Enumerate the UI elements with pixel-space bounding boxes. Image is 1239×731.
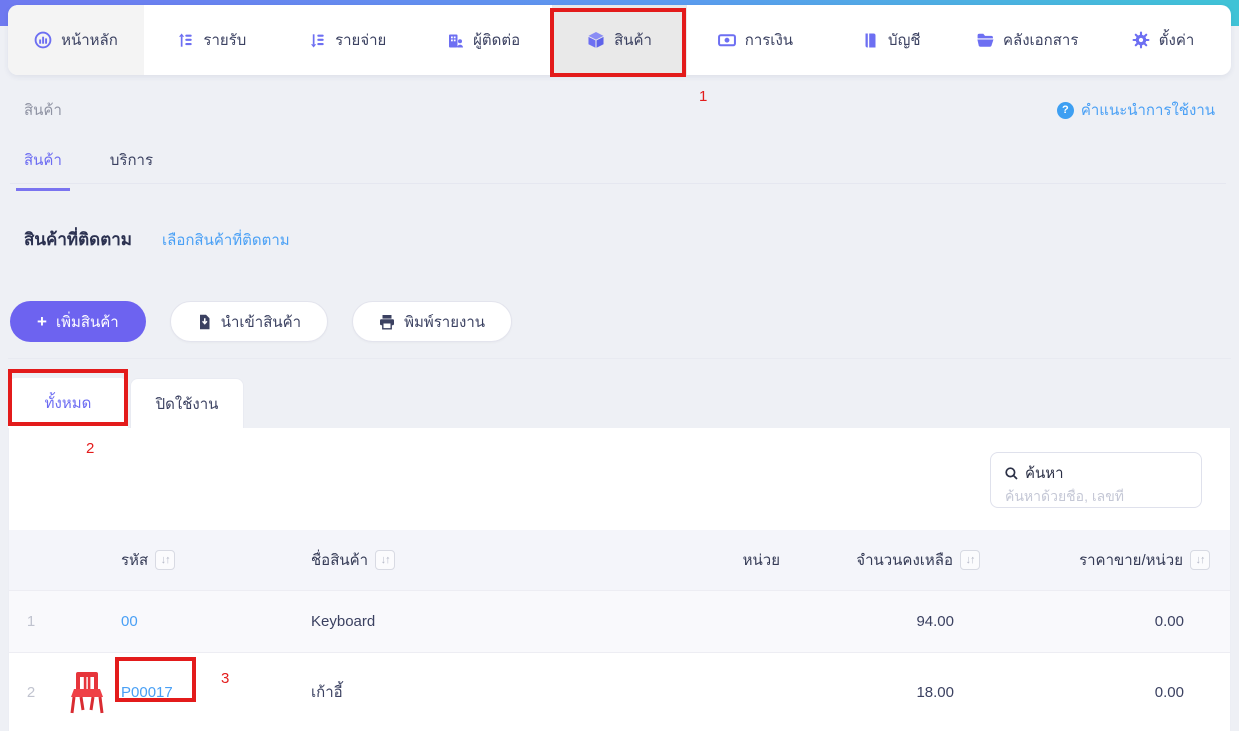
product-price: 0.00: [1154, 683, 1184, 701]
nav-item-documents[interactable]: คลังเอกสาร: [959, 5, 1095, 75]
usage-guide-label: คำแนะนำการใช้งาน: [1080, 102, 1215, 119]
tracked-products-section: สินค้าที่ติดตาม เลือกสินค้าที่ติดตาม: [24, 226, 290, 253]
product-name: เก้าอี้: [311, 684, 343, 701]
print-report-label: พิมพ์รายงาน: [404, 313, 486, 331]
plus-icon: +: [37, 311, 47, 331]
breadcrumb: สินค้า: [24, 102, 62, 119]
nav-label: ผู้ติดต่อ: [473, 32, 521, 49]
add-product-button[interactable]: + เพิ่มสินค้า: [10, 301, 146, 342]
documents-icon: [977, 33, 994, 47]
table-row[interactable]: 2 P00017 เก้าอี้ 18.00 0.00: [9, 652, 1230, 731]
print-report-button[interactable]: พิมพ์รายงาน: [352, 301, 513, 342]
nav-label: รายรับ: [203, 32, 247, 49]
search-label: ค้นหา: [1025, 465, 1064, 482]
tab-services[interactable]: บริการ: [110, 148, 153, 191]
nav-item-settings[interactable]: ตั้งค่า: [1095, 5, 1231, 75]
col-unit-label: หน่วย: [742, 552, 780, 569]
section-divider: [8, 358, 1231, 359]
product-image-cell: [53, 670, 121, 714]
nav-item-expense[interactable]: รายจ่าย: [280, 5, 416, 75]
nav-label: สินค้า: [614, 32, 652, 49]
accounting-icon: [865, 33, 876, 47]
table-row[interactable]: 1 00 Keyboard 94.00 0.00: [9, 590, 1230, 652]
product-qty: 94.00: [916, 613, 954, 630]
import-products-label: นำเข้าสินค้า: [220, 313, 302, 331]
nav-label: หน้าหลัก: [61, 32, 118, 49]
nav-label: การเงิน: [744, 32, 794, 49]
add-product-label: เพิ่มสินค้า: [55, 313, 119, 331]
tab-products[interactable]: สินค้า: [16, 148, 70, 191]
settings-icon: [1132, 31, 1150, 49]
nav-item-income[interactable]: รายรับ: [144, 5, 280, 75]
nav-label: ตั้งค่า: [1158, 32, 1195, 49]
row-number: 2: [26, 683, 36, 701]
col-price-label: ราคาขาย/หน่วย: [1079, 552, 1183, 569]
search-icon: [1005, 466, 1018, 480]
col-price: ราคาขาย/หน่วย ↓↑: [980, 548, 1210, 572]
usage-guide-link[interactable]: ? คำแนะนำการใช้งาน: [1056, 98, 1215, 122]
select-tracked-products-link[interactable]: เลือกสินค้าที่ติดตาม: [162, 228, 290, 252]
col-name-label: ชื่อสินค้า: [311, 552, 369, 569]
search-input[interactable]: [1005, 488, 1187, 504]
col-code: รหัส ↓↑: [121, 548, 311, 572]
import-products-button[interactable]: นำเข้าสินค้า: [169, 301, 329, 342]
table-header-row: รหัส ↓↑ ชื่อสินค้า ↓↑ หน่วย จำนวนคงเหลือ…: [9, 530, 1230, 590]
expense-icon: [311, 33, 324, 47]
nav-label: คลังเอกสาร: [1002, 32, 1079, 49]
sort-qty-button[interactable]: ↓↑: [960, 550, 980, 570]
search-label-row: ค้นหา: [1005, 461, 1187, 485]
product-price: 0.00: [1154, 613, 1184, 630]
col-qty-label: จำนวนคงเหลือ: [856, 552, 953, 569]
nav-item-contacts[interactable]: ผู้ติดต่อ: [416, 5, 552, 75]
contacts-icon: [449, 34, 464, 47]
search-box[interactable]: ค้นหา: [990, 452, 1202, 508]
page-tabs: สินค้า บริการ: [16, 148, 153, 191]
dashboard-icon: [34, 31, 52, 49]
income-icon: [179, 33, 193, 47]
products-panel: ค้นหา รหัส ↓↑ ชื่อสินค้า ↓↑ หน่วย จำนวนค…: [8, 428, 1231, 731]
sort-code-button[interactable]: ↓↑: [155, 550, 176, 570]
product-code-link[interactable]: 00: [121, 613, 138, 630]
filter-tab-all[interactable]: ทั้งหมด: [8, 378, 128, 428]
nav-item-accounting[interactable]: บัญชี: [823, 5, 959, 75]
sort-name-button[interactable]: ↓↑: [375, 550, 396, 570]
col-qty: จำนวนคงเหลือ ↓↑: [780, 548, 980, 572]
sort-price-button[interactable]: ↓↑: [1190, 550, 1210, 570]
product-qty: 18.00: [916, 683, 954, 701]
product-name: Keyboard: [311, 613, 376, 630]
product-toolbar: + เพิ่มสินค้า นำเข้าสินค้า พิมพ์รายงาน: [10, 301, 513, 342]
row-number: 1: [26, 613, 36, 630]
nav-item-finance[interactable]: การเงิน: [687, 5, 823, 75]
products-icon: [588, 32, 604, 48]
tracked-products-title: สินค้าที่ติดตาม: [24, 230, 132, 249]
main-navbar: หน้าหลัก รายรับ รายจ่าย ผู้ติดต่อ สินค้า…: [8, 5, 1231, 75]
filter-tab-disabled[interactable]: ปิดใช้งาน: [130, 378, 244, 428]
tabs-divider: [10, 183, 1226, 184]
col-unit: หน่วย: [590, 548, 780, 572]
printer-icon: [380, 314, 395, 330]
question-mark-icon: ?: [1056, 101, 1074, 119]
col-name: ชื่อสินค้า ↓↑: [311, 548, 590, 572]
breadcrumb-row: สินค้า ? คำแนะนำการใช้งาน: [24, 98, 1215, 122]
red-chair-thumbnail: [70, 672, 104, 714]
product-code-link[interactable]: P00017: [121, 684, 173, 701]
nav-label: รายจ่าย: [335, 32, 387, 49]
file-import-icon: [199, 314, 210, 329]
products-table: รหัส ↓↑ ชื่อสินค้า ↓↑ หน่วย จำนวนคงเหลือ…: [9, 530, 1230, 731]
nav-label: บัญชี: [888, 32, 921, 49]
nav-item-home[interactable]: หน้าหลัก: [8, 5, 144, 75]
col-code-label: รหัส: [121, 552, 149, 569]
nav-item-products[interactable]: สินค้า: [551, 5, 688, 75]
finance-icon: [717, 34, 736, 47]
